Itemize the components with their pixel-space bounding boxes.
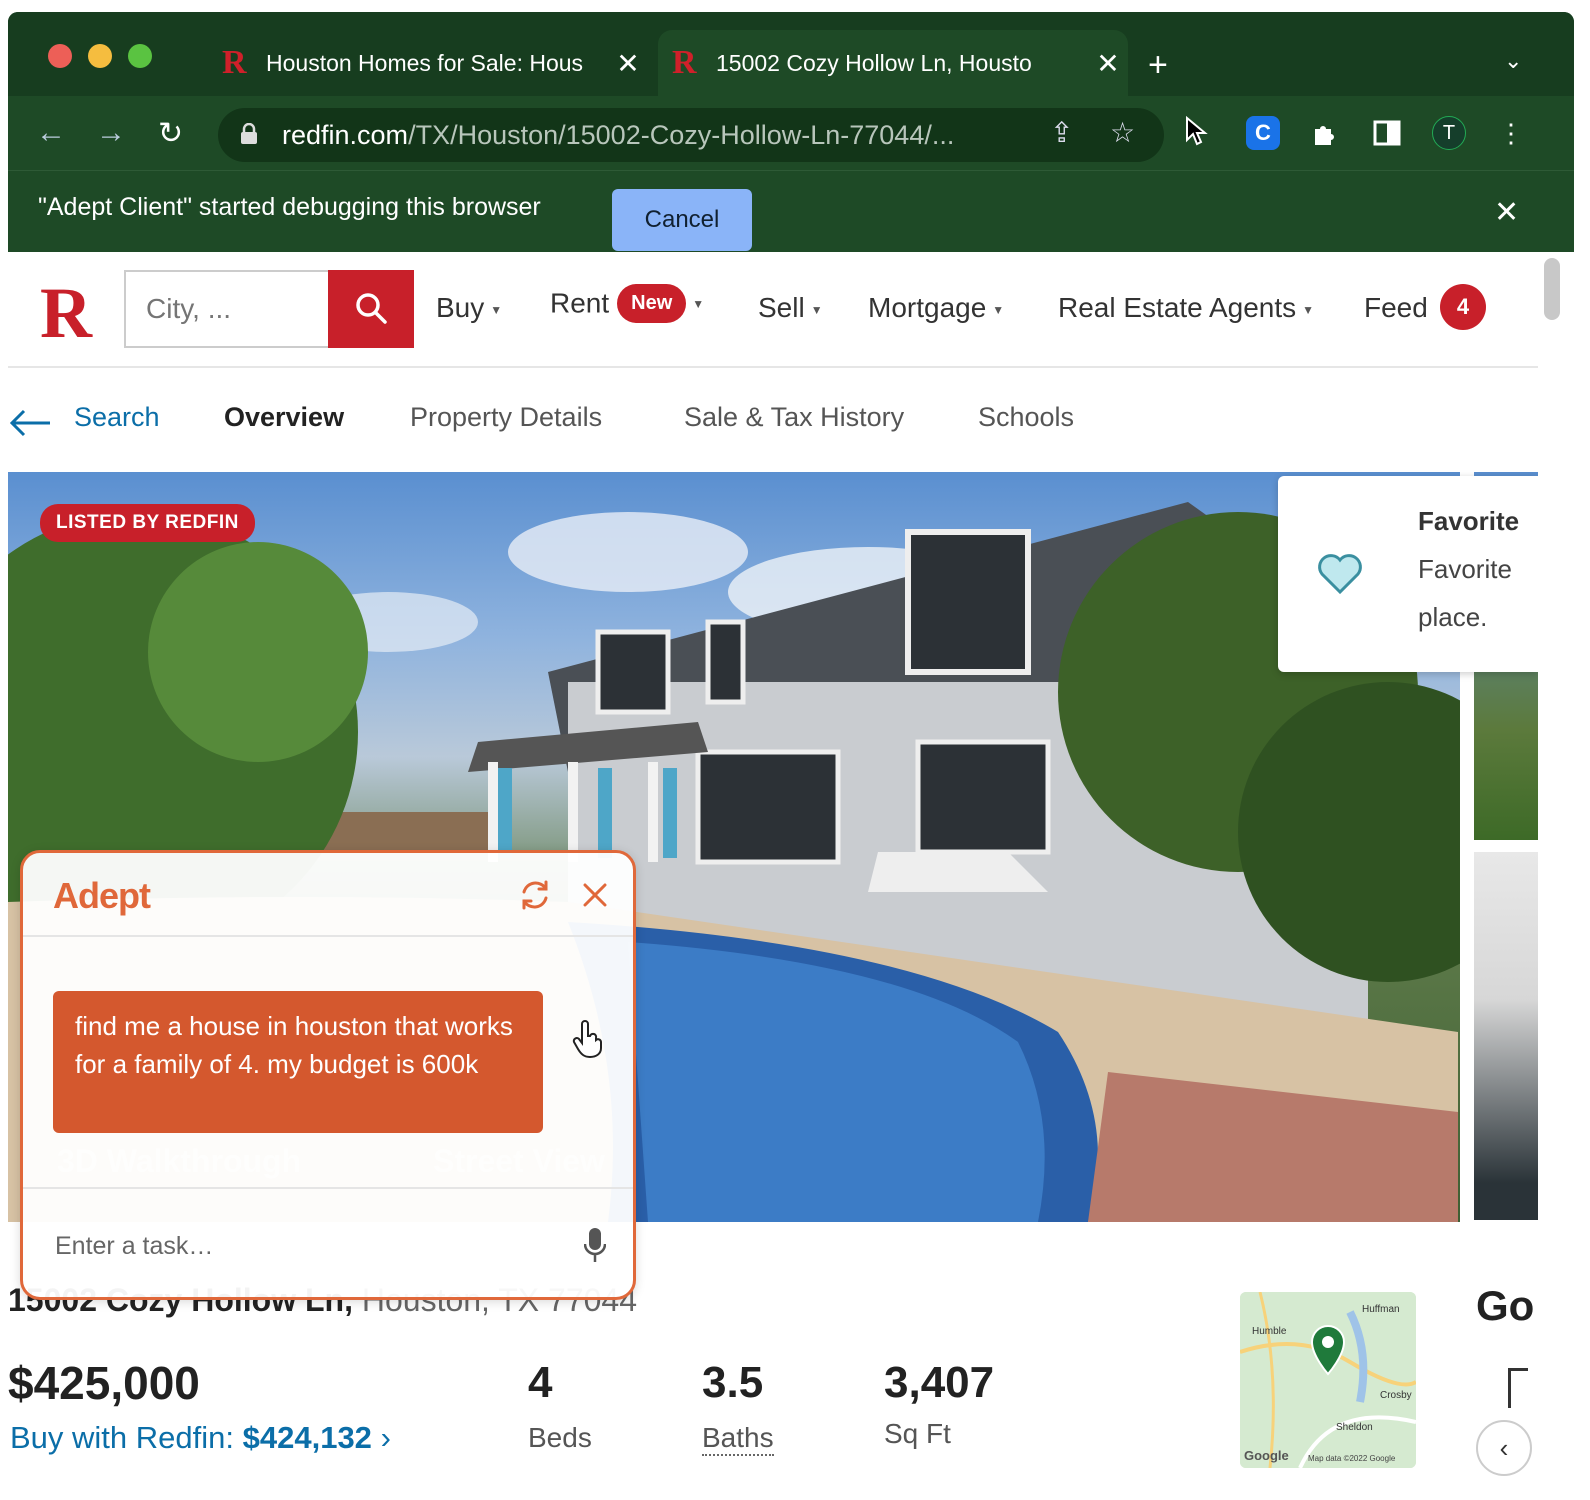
- redfin-favicon-icon: R: [672, 44, 697, 81]
- tab-strip: R Houston Homes for Sale: Hous ✕ R 15002…: [8, 12, 1574, 96]
- infobar-message: "Adept Client" started debugging this br…: [38, 193, 541, 221]
- page-scrollbar[interactable]: [1544, 258, 1560, 320]
- share-icon[interactable]: ⇪: [1050, 116, 1073, 149]
- favorite-title: Favorite: [1418, 506, 1520, 536]
- tab-title: Houston Homes for Sale: Hous: [266, 49, 584, 76]
- subnav-property-details[interactable]: Property Details: [410, 402, 602, 433]
- search-icon: [356, 292, 387, 324]
- close-icon[interactable]: [579, 879, 611, 911]
- lock-icon: [240, 122, 260, 147]
- chevron-left-icon: ‹: [1499, 1432, 1509, 1463]
- side-photo-interior[interactable]: [1474, 852, 1538, 1220]
- listing-price: $425,000: [8, 1357, 200, 1409]
- adept-logo: Adept: [53, 875, 151, 916]
- maximize-window-button[interactable]: [128, 44, 152, 68]
- sqft-label: Sq Ft: [884, 1418, 951, 1449]
- redfin-favicon-icon: R: [222, 44, 247, 81]
- panel-divider: [23, 1187, 633, 1189]
- tab-cozy-hollow[interactable]: R 15002 Cozy Hollow Ln, Housto ✕: [658, 30, 1128, 96]
- feed-count-badge: 4: [1440, 284, 1486, 330]
- nav-sell[interactable]: Sell ▼: [758, 292, 823, 324]
- forward-arrow-icon[interactable]: →: [96, 116, 126, 150]
- map-label: Sheldon: [1336, 1422, 1373, 1433]
- nav-feed[interactable]: Feed: [1364, 292, 1428, 324]
- refresh-icon[interactable]: [517, 877, 553, 913]
- tab-close-icon[interactable]: ✕: [608, 47, 648, 80]
- nav-buy[interactable]: Buy ▼: [436, 292, 502, 324]
- microphone-icon[interactable]: [579, 1225, 611, 1265]
- nav-rent[interactable]: Rent New ▼: [550, 284, 704, 323]
- redfin-logo[interactable]: R: [40, 272, 92, 355]
- listed-by-redfin-badge: LISTED BY REDFIN: [40, 504, 255, 542]
- tab-close-icon[interactable]: ✕: [1088, 47, 1128, 80]
- browser-toolbar: ← → ↻ redfin.com/TX/Houston/15002-Cozy-H…: [8, 96, 1574, 170]
- subnav-overview[interactable]: Overview: [224, 402, 344, 433]
- c-extension-icon[interactable]: C: [1246, 116, 1280, 150]
- puzzle-extensions-icon[interactable]: [1308, 116, 1342, 150]
- subnav-sale-tax-history[interactable]: Sale & Tax History: [684, 402, 904, 433]
- profile-avatar[interactable]: T: [1432, 116, 1466, 150]
- hand-cursor-icon: [567, 1019, 607, 1059]
- sqft-value: 3,407: [884, 1358, 995, 1407]
- baths-label[interactable]: Baths: [702, 1422, 774, 1456]
- go-tour-heading: Go: [1476, 1282, 1535, 1329]
- favorite-text: Favorite: [1418, 554, 1512, 584]
- chevron-right-icon: ›: [380, 1420, 391, 1455]
- reload-icon[interactable]: ↻: [158, 116, 183, 151]
- beds-label: Beds: [528, 1422, 592, 1453]
- kebab-menu-icon[interactable]: ⋮: [1494, 116, 1528, 150]
- side-panel-icon[interactable]: [1370, 116, 1404, 150]
- header-divider: [8, 366, 1538, 368]
- task-input[interactable]: [23, 1221, 563, 1271]
- bookmark-star-icon[interactable]: ☆: [1110, 116, 1135, 149]
- cursor-extension-icon[interactable]: [1180, 114, 1214, 148]
- panel-divider: [23, 935, 633, 937]
- map-label: Huffman: [1362, 1304, 1400, 1315]
- back-arrow-icon[interactable]: ←: [36, 116, 66, 150]
- url-text: redfin.com/TX/Houston/15002-Cozy-Hollow-…: [282, 119, 955, 150]
- map-label: Crosby: [1380, 1390, 1412, 1401]
- cancel-debugging-button[interactable]: Cancel: [612, 189, 752, 251]
- buy-with-redfin-link[interactable]: Buy with Redfin: $424,132 ›: [10, 1420, 391, 1456]
- location-map[interactable]: Huffman Humble Crosby Sheldon Google Map…: [1240, 1292, 1416, 1468]
- browser-window: R Houston Homes for Sale: Hous ✕ R 15002…: [8, 12, 1574, 252]
- beds-value: 4: [528, 1358, 553, 1407]
- nav-real-estate-agents[interactable]: Real Estate Agents ▼: [1058, 292, 1314, 324]
- carousel-prev-button[interactable]: ‹: [1476, 1420, 1532, 1476]
- debugging-infobar: "Adept Client" started debugging this br…: [8, 170, 1574, 252]
- address-bar[interactable]: redfin.com/TX/Houston/15002-Cozy-Hollow-…: [218, 108, 1164, 162]
- subnav-search[interactable]: Search: [74, 402, 160, 433]
- map-label: Humble: [1252, 1326, 1287, 1337]
- google-logo: Google: [1244, 1448, 1289, 1463]
- favorite-tooltip: Favorite Favorite place.: [1278, 476, 1538, 672]
- new-tab-plus-icon[interactable]: +: [1148, 46, 1168, 85]
- nav-mortgage[interactable]: Mortgage ▼: [868, 292, 1004, 324]
- tab-title: 15002 Cozy Hollow Ln, Housto: [716, 49, 1032, 76]
- favorite-text: place.: [1418, 602, 1488, 632]
- adept-assistant-panel: Adept find me a house in houston that wo…: [20, 850, 636, 1300]
- baths-value: 3.5: [702, 1358, 764, 1407]
- back-arrow-icon[interactable]: [8, 408, 52, 438]
- city-search-input[interactable]: [124, 270, 330, 348]
- infobar-close-icon[interactable]: ✕: [1494, 195, 1519, 230]
- map-attribution: Map data ©2022 Google: [1308, 1454, 1396, 1463]
- new-badge: New: [617, 284, 687, 323]
- tab-houston-homes[interactable]: R Houston Homes for Sale: Hous ✕: [208, 30, 648, 96]
- search-button[interactable]: [328, 270, 414, 348]
- tab-search-chevron-icon[interactable]: ⌄: [1504, 48, 1522, 74]
- heart-icon[interactable]: [1316, 552, 1364, 596]
- street-view-ghost-label: Street View: [433, 1143, 605, 1179]
- close-window-button[interactable]: [48, 44, 72, 68]
- calendar-frame: [1508, 1368, 1528, 1408]
- user-task-message: find me a house in houston that works fo…: [53, 991, 543, 1133]
- 3d-walkthrough-ghost-label: 3D Walkthrough: [57, 1143, 302, 1179]
- map-graphic: [1240, 1292, 1416, 1468]
- subnav-schools[interactable]: Schools: [978, 402, 1074, 433]
- minimize-window-button[interactable]: [88, 44, 112, 68]
